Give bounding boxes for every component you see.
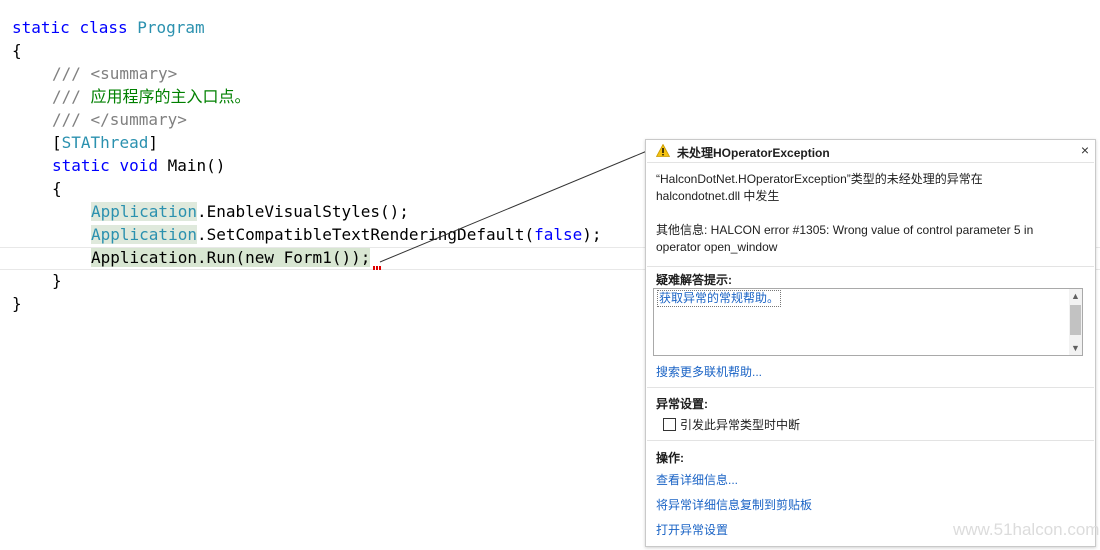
exception-message: “HalconDotNet.HOperatorException”类型的未经处理… bbox=[656, 171, 1086, 205]
scroll-thumb[interactable] bbox=[1070, 305, 1081, 335]
code-line-13: } bbox=[12, 294, 22, 313]
exception-settings-header: 异常设置: bbox=[656, 397, 708, 411]
additional-info-line-2: operator open_window bbox=[656, 240, 778, 254]
divider bbox=[647, 266, 1094, 267]
code-line-12: } bbox=[52, 271, 62, 290]
scroll-up-icon[interactable]: ▲ bbox=[1069, 289, 1082, 303]
additional-info-line-1: 其他信息: HALCON error #1305: Wrong value of… bbox=[656, 223, 1034, 237]
additional-info: 其他信息: HALCON error #1305: Wrong value of… bbox=[656, 222, 1086, 256]
code-line-1: static class Program bbox=[12, 18, 205, 37]
break-on-exception-label[interactable]: 引发此异常类型时中断 bbox=[680, 416, 800, 433]
scroll-down-icon[interactable]: ▼ bbox=[1069, 341, 1082, 355]
code-line-5: /// </summary> bbox=[52, 110, 187, 129]
close-icon[interactable]: × bbox=[1079, 143, 1091, 157]
dialog-header: 未处理HOperatorException × bbox=[646, 140, 1095, 162]
search-online-help-link[interactable]: 搜索更多联机帮助... bbox=[656, 363, 762, 380]
copy-details-link[interactable]: 将异常详细信息复制到剪贴板 bbox=[656, 496, 812, 513]
divider bbox=[647, 387, 1094, 388]
dialog-title: 未处理HOperatorException bbox=[677, 146, 830, 160]
code-line-current-statement: Application.Run(new Form1()); bbox=[91, 248, 371, 267]
divider bbox=[647, 440, 1094, 441]
code-line-4: /// 应用程序的主入口点。 bbox=[52, 87, 251, 106]
code-line-10: Application.SetCompatibleTextRenderingDe… bbox=[91, 225, 602, 244]
error-squiggle bbox=[373, 266, 381, 270]
exception-message-line-1: “HalconDotNet.HOperatorException”类型的未经处理… bbox=[656, 172, 983, 186]
actions-header: 操作: bbox=[656, 451, 684, 465]
exception-assistant-dialog: 未处理HOperatorException × “HalconDotNet.HO… bbox=[645, 139, 1100, 547]
exception-message-line-2: halcondotnet.dll 中发生 bbox=[656, 189, 780, 203]
troubleshooting-tips-list[interactable]: 获取异常的常规帮助。 ▲ ▼ bbox=[653, 288, 1083, 356]
code-line-6: [STAThread] bbox=[52, 133, 158, 152]
code-line-8: { bbox=[52, 179, 62, 198]
warning-icon bbox=[655, 143, 671, 157]
open-exception-settings-link[interactable]: 打开异常设置 bbox=[656, 521, 728, 538]
code-line-3: /// <summary> bbox=[52, 64, 178, 83]
tips-scrollbar[interactable]: ▲ ▼ bbox=[1069, 289, 1082, 355]
general-help-link[interactable]: 获取异常的常规帮助。 bbox=[657, 290, 782, 307]
watermark: www.51halcon.com bbox=[953, 520, 1100, 539]
code-line-2: { bbox=[12, 41, 22, 60]
break-on-exception-checkbox[interactable] bbox=[663, 418, 676, 431]
code-line-7: static void Main() bbox=[52, 156, 226, 175]
troubleshooting-tips-header: 疑难解答提示: bbox=[656, 273, 732, 287]
code-line-9: Application.EnableVisualStyles(); bbox=[91, 202, 409, 221]
header-divider bbox=[647, 162, 1094, 163]
view-details-link[interactable]: 查看详细信息... bbox=[656, 471, 738, 488]
